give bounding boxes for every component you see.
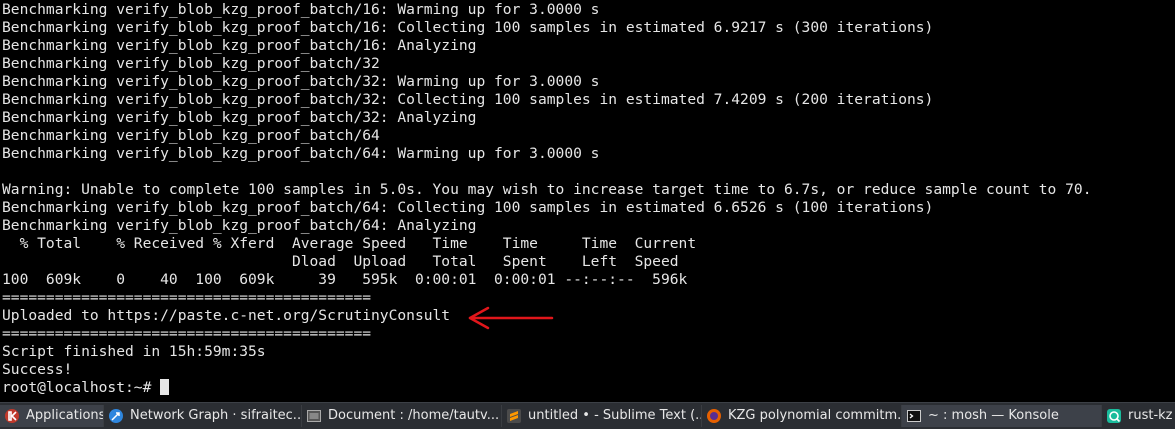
terminal-line: Benchmarking verify_blob_kzg_proof_batch… [2,1,600,18]
sublime-text-icon [507,409,521,423]
terminal-line: Benchmarking verify_blob_kzg_proof_batch… [2,145,600,162]
taskbar-item-sublime-text[interactable]: untitled • - Sublime Text (... [502,405,702,427]
terminal-line: Benchmarking verify_blob_kzg_proof_batch… [2,91,934,108]
terminal-icon [907,410,921,422]
rust-app-icon [1107,409,1121,423]
finished-line: Script finished in 15h:59m:35s [2,343,266,360]
terminal-line: Benchmarking verify_blob_kzg_proof_batch… [2,55,380,72]
text-cursor [160,379,170,395]
terminal-line: Benchmarking verify_blob_kzg_proof_batch… [2,37,477,54]
browser-icon [109,409,123,423]
taskbar-applications-menu[interactable]: Applications [0,405,104,427]
terminal-line: Benchmarking verify_blob_kzg_proof_batch… [2,73,600,90]
terminal-line: Benchmarking verify_blob_kzg_proof_batch… [2,217,477,234]
taskbar-item-label: ~ : mosh — Konsole [928,408,1059,423]
taskbar-item-document[interactable]: Document : /home/tautv... [302,405,502,427]
firefox-icon [707,409,721,423]
warning-line: Warning: Unable to complete 100 samples … [2,181,1092,198]
success-line: Success! [2,361,73,378]
taskbar-item-firefox[interactable]: KZG polynomial commitm... [702,405,902,427]
terminal-line: Benchmarking verify_blob_kzg_proof_batch… [2,109,477,126]
taskbar-item-label: Document : /home/tautv... [328,408,500,423]
taskbar-item-label: rust-kz [1128,408,1173,423]
kde-menu-icon [5,409,19,423]
taskbar-item-konsole[interactable]: ~ : mosh — Konsole [902,405,1102,427]
red-arrow-annotation [468,306,554,330]
taskbar-item-network-graph[interactable]: Network Graph · sifraitec... [104,405,302,427]
taskbar-item-rust-kzg[interactable]: rust-kz [1102,405,1175,427]
curl-progress-line: 100 609k 0 40 100 609k 39 595k 0:00:01 0… [2,271,688,288]
prompt-line[interactable]: root@localhost:~# [2,379,170,397]
terminal-line: Benchmarking verify_blob_kzg_proof_batch… [2,127,380,144]
taskbar-item-label: Applications [26,408,103,423]
terminal-line: Benchmarking verify_blob_kzg_proof_batch… [2,199,934,216]
curl-header-line: % Total % Received % Xferd Average Speed… [2,235,697,252]
upload-url-line[interactable]: Uploaded to https://paste.c-net.org/Scru… [2,307,450,325]
taskbar-item-label: KZG polynomial commitm... [728,408,901,423]
terminal-window[interactable]: Benchmarking verify_blob_kzg_proof_batch… [0,0,1175,402]
terminal-line: Benchmarking verify_blob_kzg_proof_batch… [2,19,934,36]
shell-prompt: root@localhost:~# [2,379,161,396]
taskbar-item-label: Network Graph · sifraitec... [130,408,301,423]
separator-line: ========================================… [2,325,372,342]
taskbar-item-label: untitled • - Sublime Text (... [528,408,701,423]
curl-header-line: Dload Upload Total Spent Left Speed [2,253,679,270]
taskbar: Applications Network Graph · sifraitec..… [0,402,1175,429]
separator-line: ========================================… [2,289,372,306]
document-icon [307,410,321,422]
